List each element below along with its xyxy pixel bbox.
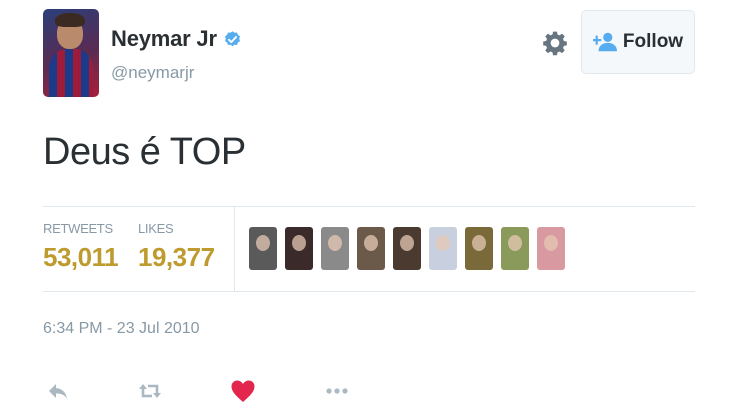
stats-divider [234,207,235,291]
likes-label: LIKES [138,221,174,236]
tweet-timestamp[interactable]: 6:34 PM - 23 Jul 2010 [43,320,200,338]
avatar-shirt [49,49,93,97]
liker-avatar[interactable] [357,227,385,270]
liker-avatar[interactable] [429,227,457,270]
tweet-card: Neymar Jr @neymarjr Follow Deus é TOP RE… [0,0,740,416]
liker-avatars [249,227,565,270]
retweets-label: RETWEETS [43,221,113,236]
verified-badge-icon [224,30,240,46]
retweet-icon[interactable] [136,377,164,405]
likes-count: 19,377 [138,242,215,272]
like-icon[interactable] [229,377,257,405]
author-handle[interactable]: @neymarjr [111,63,194,83]
avatar-hair [55,13,85,27]
liker-avatar[interactable] [249,227,277,270]
liker-avatar[interactable] [537,227,565,270]
retweets-count: 53,011 [43,242,119,272]
reply-icon[interactable] [45,377,73,405]
add-user-icon [592,32,617,52]
liker-avatar[interactable] [393,227,421,270]
likes-stat[interactable]: LIKES 19,377 [138,221,215,273]
tweet-actions [43,377,363,407]
author-display-name[interactable]: Neymar Jr [111,26,217,52]
more-icon[interactable] [323,377,351,405]
liker-avatar[interactable] [285,227,313,270]
author-name-row: Neymar Jr [111,26,242,52]
tweet-stats: RETWEETS 53,011 LIKES 19,377 [43,206,695,292]
liker-avatar[interactable] [465,227,493,270]
follow-button[interactable]: Follow [581,10,695,74]
follow-button-label: Follow [622,31,684,52]
retweets-stat[interactable]: RETWEETS 53,011 [43,221,119,273]
liker-avatar[interactable] [501,227,529,270]
gear-icon[interactable] [542,30,568,56]
author-avatar[interactable] [43,9,99,97]
tweet-text: Deus é TOP [43,131,246,173]
liker-avatar[interactable] [321,227,349,270]
